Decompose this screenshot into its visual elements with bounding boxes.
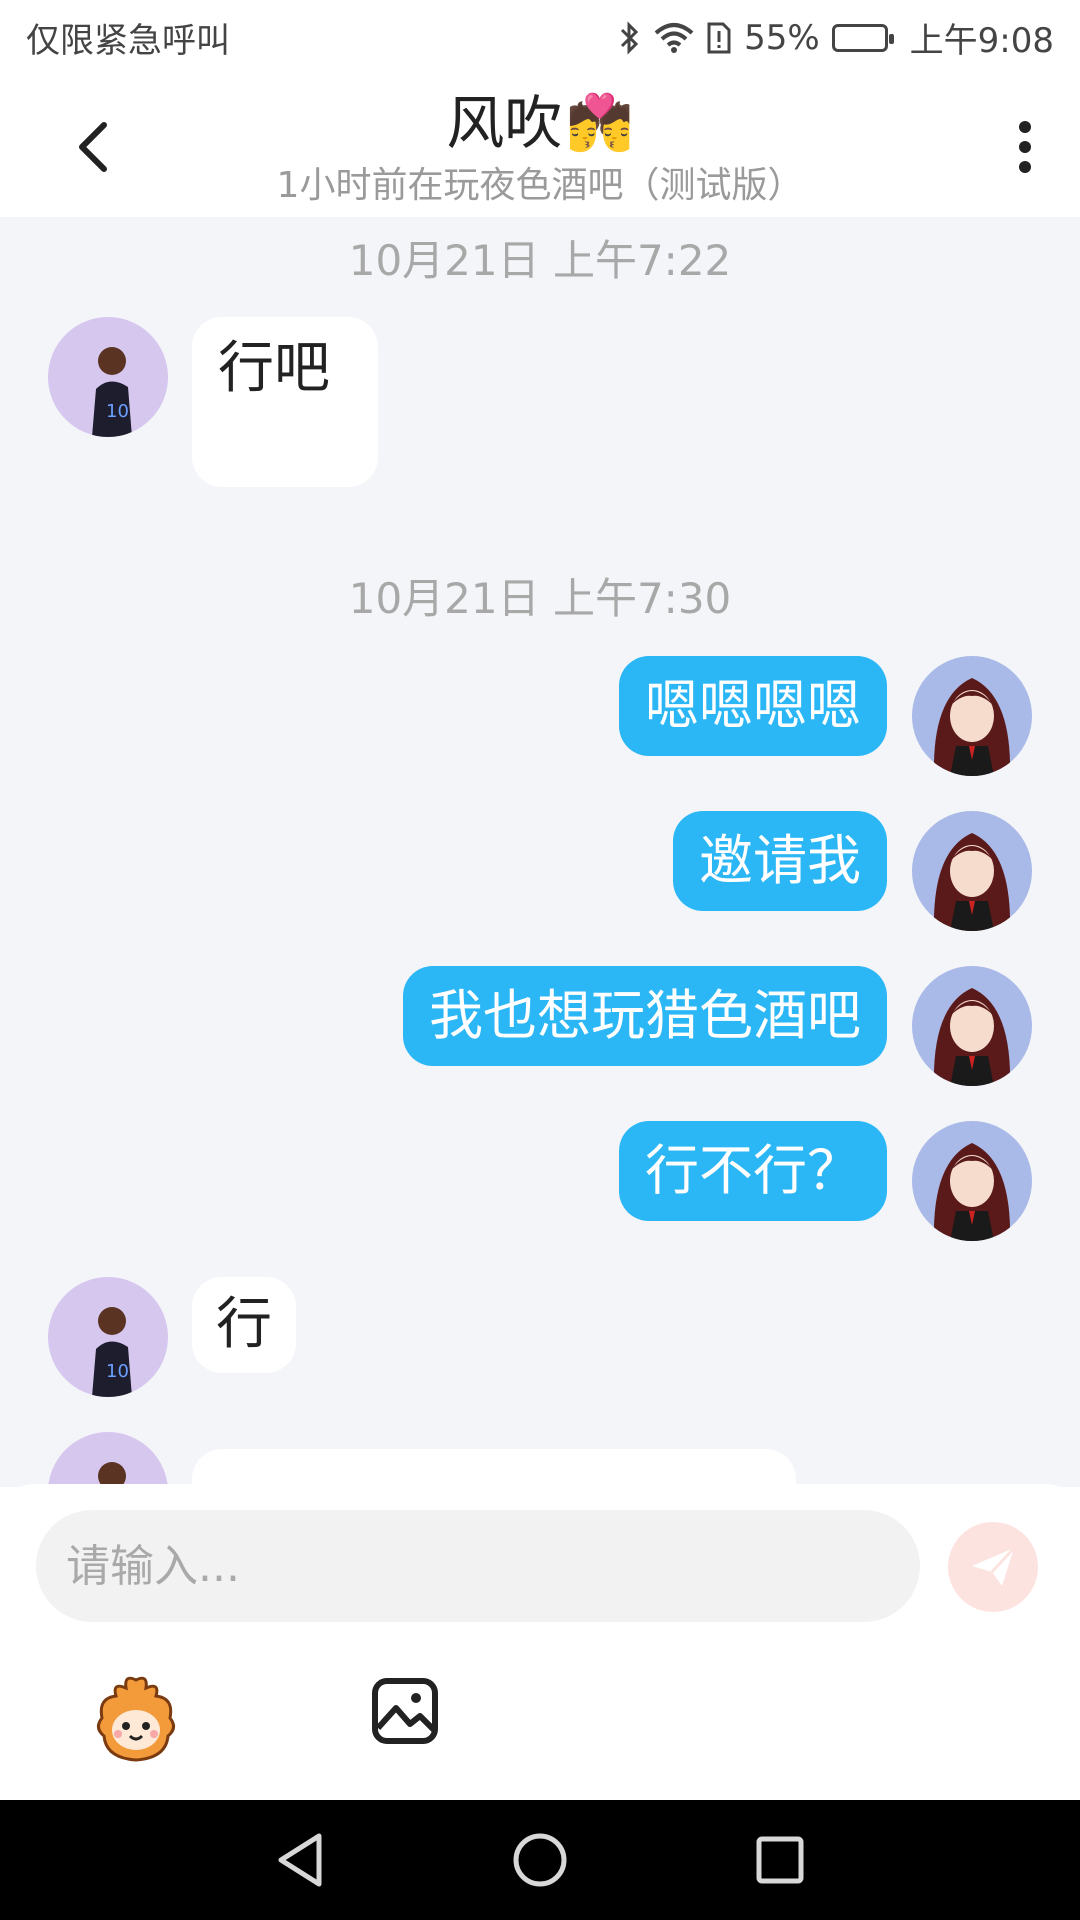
send-button[interactable] xyxy=(948,1522,1038,1612)
message-timestamp: 10月21日 上午7:30 xyxy=(348,574,732,623)
image-picker-button[interactable] xyxy=(370,1676,440,1746)
chat-header: 风吹 💏 1小时前在玩夜色酒吧（测试版） xyxy=(0,75,1080,217)
message-input[interactable] xyxy=(36,1510,920,1622)
svg-text:10: 10 xyxy=(106,1361,129,1382)
system-nav-bar xyxy=(0,1800,1080,1920)
emoji-button[interactable] xyxy=(90,1674,182,1766)
nav-home-icon xyxy=(513,1833,567,1887)
my-avatar[interactable] xyxy=(912,966,1032,1086)
contact-avatar[interactable]: 10 xyxy=(48,1277,168,1397)
title-block: 风吹 💏 1小时前在玩夜色酒吧（测试版） xyxy=(200,83,880,209)
kiss-emoji-icon: 💏 xyxy=(566,91,634,154)
bluetooth-icon xyxy=(618,20,642,56)
nav-back-button[interactable] xyxy=(270,1830,330,1890)
contact-avatar[interactable] xyxy=(48,1432,168,1487)
message-bubble-outgoing[interactable]: 行不行？ xyxy=(619,1121,887,1221)
nav-recents-button[interactable] xyxy=(750,1830,810,1890)
message-timestamp: 10月21日 上午7:22 xyxy=(348,236,732,285)
image-icon xyxy=(372,1678,438,1744)
nav-home-button[interactable] xyxy=(510,1830,570,1890)
emoji-mascot-icon xyxy=(97,1676,175,1762)
nav-back-icon xyxy=(278,1833,322,1887)
contact-activity-status: 1小时前在玩夜色酒吧（测试版） xyxy=(276,165,804,206)
alert-icon xyxy=(706,21,732,55)
carrier-text: 仅限紧急呼叫 xyxy=(26,21,230,61)
back-arrow-icon xyxy=(79,122,107,172)
more-options-button[interactable] xyxy=(1000,111,1050,183)
message-bubble-outgoing[interactable]: 嗯嗯嗯嗯 xyxy=(619,656,887,756)
back-button[interactable] xyxy=(64,111,124,183)
nav-recents-icon xyxy=(756,1836,804,1884)
battery-percent: 55% xyxy=(744,17,820,58)
send-icon xyxy=(972,1546,1016,1586)
my-avatar[interactable] xyxy=(912,811,1032,931)
message-bubble-outgoing[interactable]: 我也想玩猎色酒吧 xyxy=(403,966,887,1066)
svg-text:10: 10 xyxy=(106,401,129,422)
more-vertical-icon xyxy=(1019,121,1031,173)
my-avatar[interactable] xyxy=(912,656,1032,776)
message-list[interactable]: 10月21日 上午7:22 10 行吧 10月21日 上午7:30 嗯嗯嗯嗯 邀… xyxy=(0,217,1080,1487)
my-avatar[interactable] xyxy=(912,1121,1032,1241)
page-title: 风吹 💏 xyxy=(446,83,633,163)
status-bar: 仅限紧急呼叫 55% 上午9:08 xyxy=(0,0,1080,75)
message-bubble-outgoing[interactable]: 邀请我 xyxy=(673,811,887,911)
contact-name: 风吹 xyxy=(446,89,563,157)
status-time: 上午9:08 xyxy=(909,21,1054,61)
composer-panel xyxy=(0,1484,1080,1800)
message-bubble-incoming[interactable]: 行吧 xyxy=(192,317,378,487)
status-icons: 55% 上午9:08 xyxy=(618,13,1054,62)
message-bubble-incoming-partial[interactable] xyxy=(192,1449,796,1487)
message-bubble-incoming[interactable]: 行 xyxy=(192,1277,296,1373)
battery-icon xyxy=(831,23,894,52)
wifi-icon xyxy=(654,21,694,55)
contact-avatar[interactable]: 10 xyxy=(48,317,168,437)
